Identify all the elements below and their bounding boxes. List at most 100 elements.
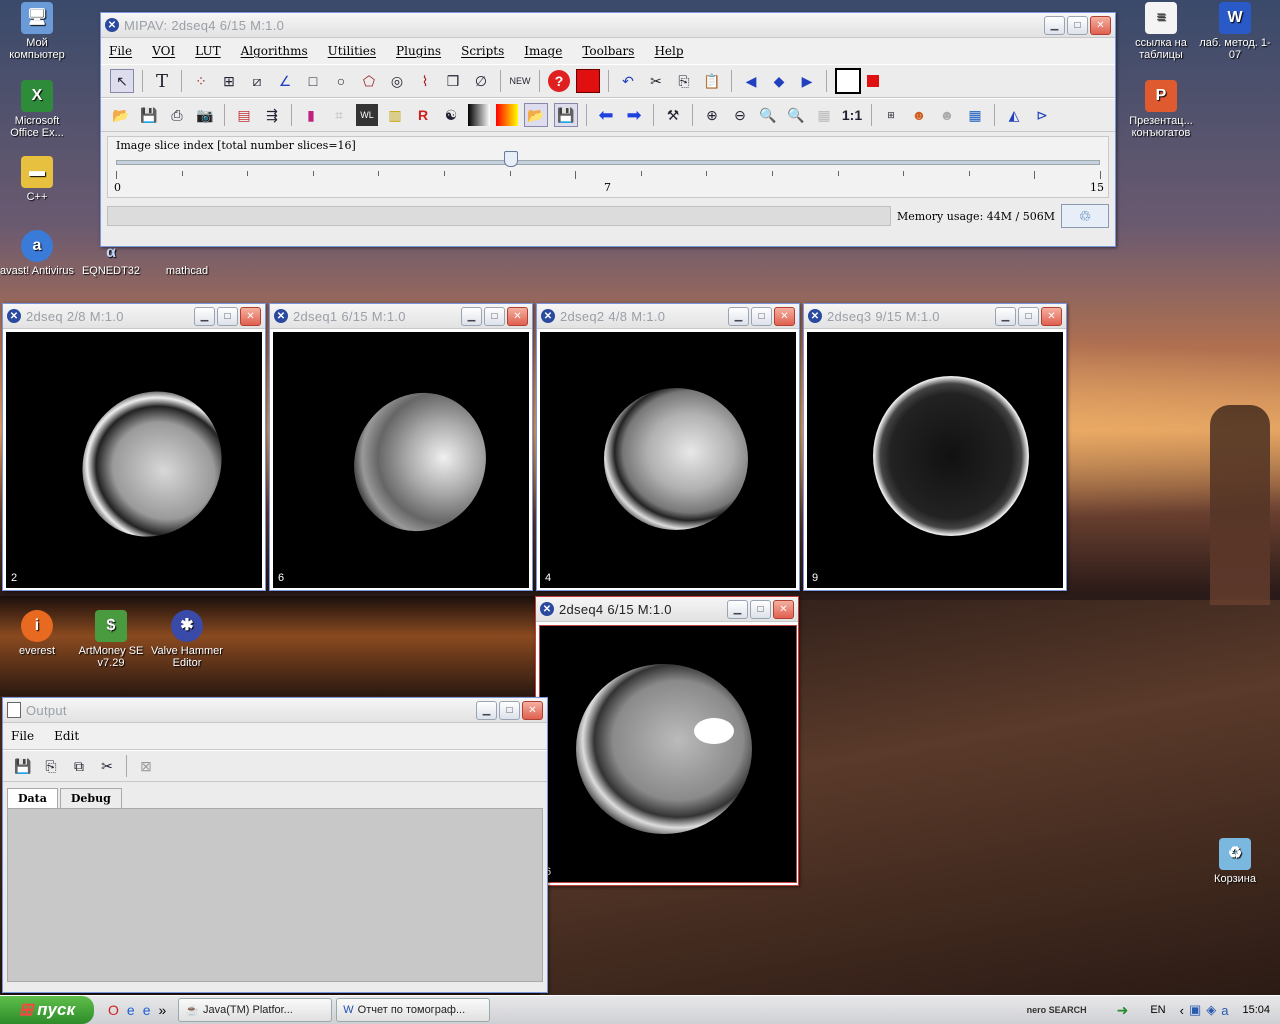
output-title-bar[interactable]: Output ▁ □ ✕	[3, 698, 547, 723]
network-icon[interactable]: ▣	[1189, 1002, 1201, 1018]
multi-point-icon[interactable]: ⊞	[218, 70, 240, 92]
voi-color-icon[interactable]	[576, 69, 600, 93]
desktop-icon-eqnedt[interactable]: α EQNEDT32	[74, 244, 148, 278]
language-indicator[interactable]: EN	[1150, 1004, 1165, 1016]
ie2-icon[interactable]: e	[143, 1002, 151, 1018]
start-button[interactable]: ⊞ пуск	[0, 996, 94, 1024]
clear-icon[interactable]: ⊠	[135, 755, 157, 777]
image-canvas[interactable]: 4	[540, 332, 796, 588]
zoom-out-icon[interactable]: ⊖	[729, 104, 751, 126]
menu-voi[interactable]: VOI	[152, 44, 175, 58]
tools-icon[interactable]: ⚒	[662, 104, 684, 126]
foreground-color-icon[interactable]	[835, 68, 861, 94]
report-icon[interactable]: ▤	[233, 104, 255, 126]
image-canvas[interactable]: 9	[807, 332, 1063, 588]
levelset-icon[interactable]: ◎	[386, 70, 408, 92]
save-icon[interactable]: 💾	[12, 755, 34, 777]
line-tool-icon[interactable]: ⧄	[246, 70, 268, 92]
output-text-area[interactable]	[7, 808, 543, 982]
tab-debug[interactable]: Debug	[59, 788, 122, 808]
open-lut-icon[interactable]: 📂	[524, 103, 548, 127]
avast-tray-icon[interactable]: a	[1221, 1003, 1228, 1018]
cut-icon[interactable]: ✂	[645, 70, 667, 92]
menu-lut[interactable]: LUT	[195, 44, 220, 58]
lut-icon[interactable]: ▥	[384, 104, 406, 126]
more-icon[interactable]: »	[158, 1002, 166, 1018]
minimize-button[interactable]: ▁	[1044, 15, 1065, 35]
close-button[interactable]: ✕	[522, 700, 543, 720]
maximize-button[interactable]: □	[217, 306, 238, 326]
desktop-icon-artmoney[interactable]: $ ArtMoney SE v7.29	[74, 610, 148, 669]
nero-search[interactable]: nero SEARCH	[1027, 1005, 1087, 1015]
protractor-icon[interactable]: ∠	[274, 70, 296, 92]
desktop-icon-hammer[interactable]: ✱ Valve Hammer Editor	[150, 610, 224, 669]
open-icon[interactable]: 📂	[110, 104, 132, 126]
maximize-button[interactable]: □	[1067, 15, 1088, 35]
maximize-button[interactable]: □	[750, 599, 771, 619]
image-canvas[interactable]: 2	[6, 332, 262, 588]
main-title-bar[interactable]: ✕ MIPAV: 2dseq4 6/15 M:1.0 ▁ □ ✕	[101, 13, 1115, 38]
desktop-icon-everest[interactable]: i everest	[0, 610, 74, 657]
tab-data[interactable]: Data	[7, 788, 58, 808]
previous-slice-icon[interactable]: ⬅	[595, 104, 617, 126]
new-voi-icon[interactable]: NEW	[509, 70, 531, 92]
skull-render-icon[interactable]: ☻	[936, 104, 958, 126]
cut-icon[interactable]: ✂	[96, 755, 118, 777]
maximize-button[interactable]: □	[1018, 306, 1039, 326]
hotmetal-icon[interactable]	[496, 104, 518, 126]
contour-icon[interactable]: ∅	[470, 70, 492, 92]
next-slice-icon[interactable]: ➡	[623, 104, 645, 126]
checker-icon[interactable]: ▦	[813, 104, 835, 126]
point-tool-icon[interactable]: ⁘	[190, 70, 212, 92]
garbage-collect-button[interactable]: ♲	[1061, 204, 1109, 228]
minimize-button[interactable]: ▁	[995, 306, 1016, 326]
paste-icon[interactable]: 📋	[701, 70, 723, 92]
paste-icon[interactable]: ⧉	[68, 755, 90, 777]
maximize-button[interactable]: □	[484, 306, 505, 326]
voi-front-icon[interactable]: ▶	[796, 70, 818, 92]
ct-icon[interactable]: ⌗	[328, 104, 350, 126]
voi-group-icon[interactable]: ◆	[768, 70, 790, 92]
volume-icon[interactable]: ◈	[1206, 1002, 1216, 1018]
image-title-bar[interactable]: ✕ 2dseq4 6/15 M:1.0 ▁ □ ✕	[536, 597, 798, 622]
help-icon[interactable]: ?	[548, 70, 570, 92]
undo-icon[interactable]: ↶	[617, 70, 639, 92]
close-button[interactable]: ✕	[1041, 306, 1062, 326]
histogram-icon[interactable]: ▮	[300, 104, 322, 126]
light-box-icon[interactable]: ▦	[964, 104, 986, 126]
copy-icon[interactable]: ⎘	[40, 755, 62, 777]
save-lut-icon[interactable]: 💾	[554, 103, 578, 127]
compare-icon[interactable]: ⇶	[261, 104, 283, 126]
output-menu-edit[interactable]: Edit	[54, 729, 79, 743]
slice-slider-track[interactable]	[116, 160, 1100, 165]
minimize-button[interactable]: ▁	[727, 599, 748, 619]
menu-utilities[interactable]: Utilities	[328, 44, 376, 58]
flip-vertical-icon[interactable]: ⊳	[1031, 104, 1053, 126]
close-button[interactable]: ✕	[507, 306, 528, 326]
paint-color-icon[interactable]	[867, 75, 879, 87]
menu-plugins[interactable]: Plugins	[396, 44, 441, 58]
desktop-icon-my-computer[interactable]: 🖥 Мой компьютер	[0, 2, 74, 61]
pointer-icon[interactable]: ↖	[110, 69, 134, 93]
close-button[interactable]: ✕	[240, 306, 261, 326]
polygon-tool-icon[interactable]: ⬠	[358, 70, 380, 92]
image-title-bar[interactable]: ✕ 2dseq 2/8 M:1.0 ▁ □ ✕	[3, 304, 265, 329]
image-title-bar[interactable]: ✕ 2dseq1 6/15 M:1.0 ▁ □ ✕	[270, 304, 532, 329]
image-title-bar[interactable]: ✕ 2dseq3 9/15 M:1.0 ▁ □ ✕	[804, 304, 1066, 329]
task-java[interactable]: ☕ Java(TM) Platfor...	[178, 998, 333, 1022]
invert-icon[interactable]: ☯	[440, 104, 462, 126]
menu-file[interactable]: File	[109, 44, 132, 58]
ellipse-tool-icon[interactable]: ○	[330, 70, 352, 92]
quad-view-icon[interactable]: ⊞	[880, 104, 902, 126]
task-report[interactable]: W Отчет по томограф...	[336, 998, 491, 1022]
magnify-icon[interactable]: 🔍	[757, 104, 779, 126]
image-canvas[interactable]: 6	[539, 625, 797, 883]
rectangle-tool-icon[interactable]: □	[302, 70, 324, 92]
text-tool-icon[interactable]: T	[151, 70, 173, 92]
menu-toolbars[interactable]: Toolbars	[582, 44, 634, 58]
desktop-icon-lab[interactable]: W лаб. метод. 1-07	[1198, 2, 1272, 61]
magnify-region-icon[interactable]: 🔍	[785, 104, 807, 126]
grayscale-icon[interactable]	[468, 104, 490, 126]
maximize-button[interactable]: □	[751, 306, 772, 326]
ie-icon[interactable]: e	[127, 1002, 135, 1018]
